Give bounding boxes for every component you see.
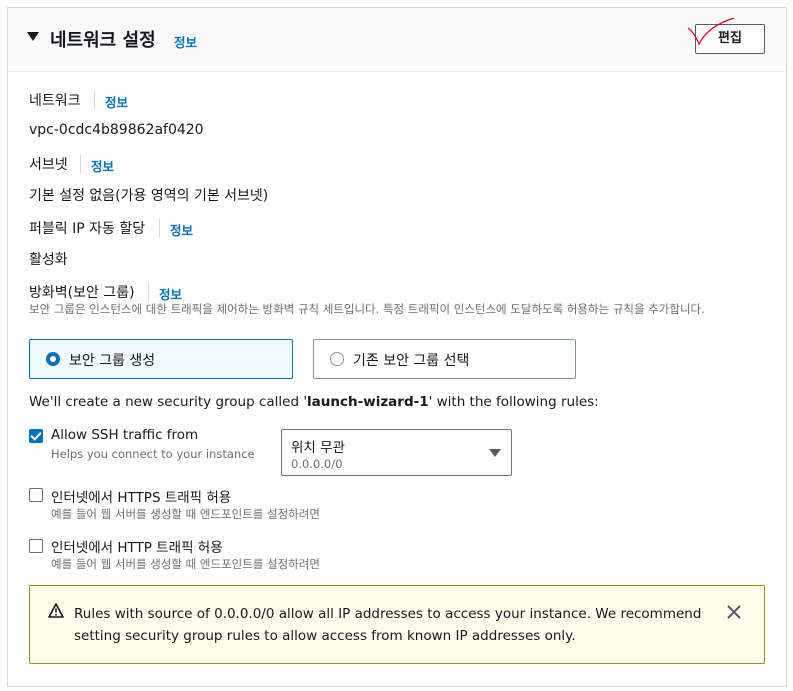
divider <box>94 91 95 109</box>
select-sub-value: 0.0.0.0/0 <box>291 457 343 471</box>
http-checkbox[interactable] <box>29 539 43 553</box>
http-rule-label: 인터넷에서 HTTP 트래픽 허용 <box>51 540 223 556</box>
subnet-label: 서브넷 <box>29 157 68 173</box>
panel-title: 네트워크 설정 <box>50 30 156 51</box>
warning-alert: Rules with source of 0.0.0.0/0 allow all… <box>29 585 765 664</box>
close-icon[interactable] <box>727 605 741 619</box>
network-label: 네트워크 <box>29 93 81 109</box>
panel-header: 네트워크 설정 정보 편집 <box>8 8 786 72</box>
create-security-group-tile[interactable]: 보안 그룹 생성 <box>29 339 293 379</box>
create-group-message: We'll create a new security group called… <box>29 394 599 410</box>
subnet-info-link[interactable]: 정보 <box>91 156 114 175</box>
ssh-source-select[interactable]: 위치 무관 0.0.0.0/0 <box>281 429 512 476</box>
radio-unselected[interactable] <box>330 352 344 366</box>
divider <box>80 155 81 173</box>
ssh-checkbox[interactable] <box>29 429 43 443</box>
dropdown-caret-icon <box>489 449 501 457</box>
select-existing-group-tile[interactable]: 기존 보안 그룹 선택 <box>313 339 576 379</box>
firewall-description: 보안 그룹은 인스턴스에 대한 트래픽을 제어하는 방화벽 규칙 세트입니다. … <box>29 302 705 316</box>
public-ip-label: 퍼블릭 IP 자동 할당 <box>29 221 146 237</box>
https-rule-label: 인터넷에서 HTTPS 트래픽 허용 <box>51 490 232 506</box>
public-ip-info-link[interactable]: 정보 <box>170 220 193 239</box>
https-checkbox[interactable] <box>29 488 43 502</box>
http-rule-description: 예를 들어 웹 서버를 생성할 때 엔드포인트를 설정하려면 <box>51 557 320 571</box>
https-rule-description: 예를 들어 웹 서버를 생성할 때 엔드포인트를 설정하려면 <box>51 507 320 521</box>
radio-selected[interactable] <box>46 352 60 366</box>
network-value: vpc-0cdc4b89862af0420 <box>29 122 204 138</box>
red-checkmark-icon <box>687 17 735 46</box>
tile-label: 보안 그룹 생성 <box>69 353 156 369</box>
subnet-value: 기본 설정 없음(가용 영역의 기본 서브넷) <box>29 188 269 204</box>
divider <box>148 283 149 301</box>
header-info-link[interactable]: 정보 <box>174 32 197 51</box>
group-name: launch-wizard-1 <box>307 394 429 410</box>
warning-icon <box>48 603 64 618</box>
select-value: 위치 무관 <box>291 440 345 456</box>
ssh-rule-description: Helps you connect to your instance <box>51 447 255 461</box>
firewall-label: 방화벽(보안 그룹) <box>29 285 135 301</box>
network-settings-panel: 네트워크 설정 정보 편집 네트워크 정보 vpc-0cdc4b89862af0… <box>7 7 787 687</box>
collapse-caret-icon[interactable] <box>27 32 39 41</box>
public-ip-value: 활성화 <box>29 252 68 268</box>
network-info-link[interactable]: 정보 <box>105 92 128 111</box>
alert-message: Rules with source of 0.0.0.0/0 allow all… <box>74 606 702 644</box>
ssh-rule-label: Allow SSH traffic from <box>51 427 199 443</box>
tile-label: 기존 보안 그룹 선택 <box>353 353 470 369</box>
divider <box>159 219 160 237</box>
